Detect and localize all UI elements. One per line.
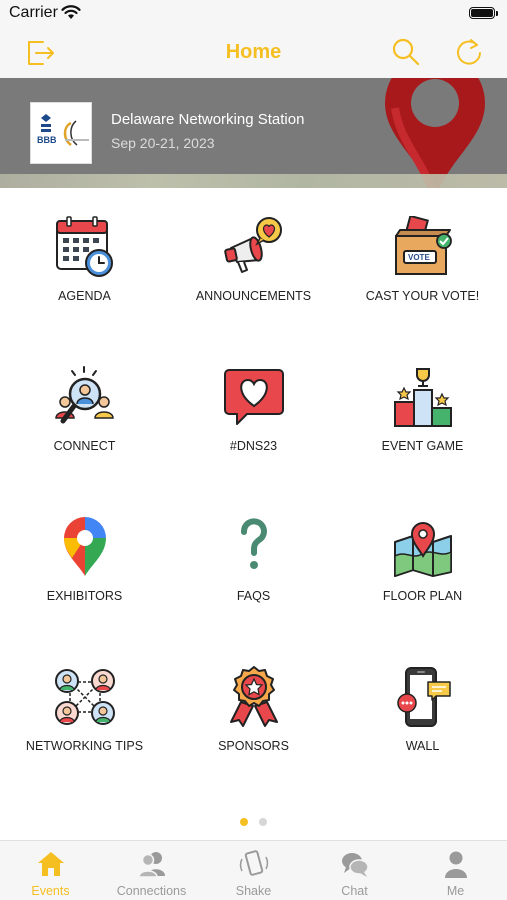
map-pin-illustration — [385, 78, 485, 188]
tile-dns23[interactable]: #DNS23 — [169, 366, 338, 496]
event-name: Delaware Networking Station — [111, 111, 305, 128]
folded-map-icon — [394, 522, 452, 578]
refresh-icon — [457, 39, 481, 65]
tile-networking-tips[interactable]: NETWORKING TIPS — [0, 666, 169, 796]
tile-label: NETWORKING TIPS — [25, 739, 144, 753]
podium-trophy-icon — [394, 368, 452, 427]
tile-connect[interactable]: CONNECT — [0, 366, 169, 496]
people-search-icon — [55, 366, 114, 424]
award-badge-icon — [230, 666, 278, 727]
banner-map-strip — [0, 174, 507, 188]
svg-text:BBB: BBB — [37, 135, 57, 145]
tile-label: FAQS — [236, 589, 271, 603]
tile-label: ANNOUNCEMENTS — [195, 289, 312, 303]
page-indicator[interactable] — [0, 818, 507, 828]
phone-chat-icon — [397, 667, 451, 727]
nav-bar: Home — [0, 28, 507, 78]
heart-chat-icon — [224, 369, 284, 425]
tile-agenda[interactable]: AGENDA — [0, 216, 169, 346]
chat-bubbles-icon — [342, 853, 369, 877]
status-bar: Carrier — [0, 0, 507, 28]
search-button[interactable] — [390, 36, 422, 68]
page-dot[interactable] — [259, 818, 267, 826]
tile-announcements[interactable]: ANNOUNCEMENTS — [169, 216, 338, 346]
event-dates: Sep 20-21, 2023 — [111, 135, 215, 151]
users-icon — [138, 852, 165, 878]
tab-bar: Events Connections Shake Chat Me — [0, 840, 507, 900]
tile-label: #DNS23 — [229, 439, 278, 453]
event-banner[interactable]: BBB Delaware Networking Station Sep 20-2… — [0, 78, 507, 188]
tile-sponsors[interactable]: SPONSORS — [169, 666, 338, 796]
page-dot-active[interactable] — [240, 818, 248, 826]
tab-connections[interactable]: Connections — [101, 841, 202, 900]
map-pin-icon — [64, 517, 106, 576]
tile-exhibitors[interactable]: EXHIBITORS — [0, 516, 169, 646]
question-mark-icon — [241, 518, 267, 569]
tile-label: SPONSORS — [218, 739, 289, 753]
tab-label: Me — [446, 884, 465, 898]
tile-label: CONNECT — [53, 439, 116, 453]
bbb-logo-icon: BBB — [37, 114, 89, 146]
tab-events[interactable]: Events — [0, 841, 101, 900]
tile-label: CAST YOUR VOTE! — [365, 289, 480, 303]
tile-label: EVENT GAME — [381, 439, 464, 453]
tile-floor-plan[interactable]: FLOOR PLAN — [338, 516, 507, 646]
battery-icon — [469, 7, 498, 19]
svg-text:VOTE: VOTE — [408, 253, 430, 262]
megaphone-icon — [224, 217, 282, 273]
page-title: Home — [225, 41, 282, 63]
tab-shake[interactable]: Shake — [203, 841, 304, 900]
tile-event-game[interactable]: EVENT GAME — [338, 366, 507, 496]
wifi-icon — [61, 5, 81, 19]
tab-label: Shake — [235, 884, 272, 898]
search-icon — [392, 38, 420, 66]
tab-label: Connections — [116, 884, 187, 898]
tile-label: EXHIBITORS — [46, 589, 123, 603]
tile-cast-your-vote[interactable]: VOTE CAST YOUR VOTE! — [338, 216, 507, 346]
tile-wall[interactable]: WALL — [338, 666, 507, 796]
tile-faqs[interactable]: FAQS — [169, 516, 338, 646]
tile-label: FLOOR PLAN — [382, 589, 463, 603]
home-icon — [38, 852, 64, 876]
tab-label: Events — [31, 884, 70, 898]
tab-label: Chat — [341, 884, 368, 898]
calendar-clock-icon — [56, 216, 113, 277]
tab-chat[interactable]: Chat — [304, 841, 405, 900]
tile-label: WALL — [405, 739, 440, 753]
user-icon — [445, 851, 467, 878]
refresh-button[interactable] — [453, 36, 485, 68]
carrier-label: Carrier — [9, 4, 58, 21]
network-people-icon — [55, 669, 115, 725]
tab-me[interactable]: Me — [405, 841, 506, 900]
ballot-box-icon: VOTE — [395, 216, 452, 275]
tile-label: AGENDA — [58, 289, 111, 303]
shake-phone-icon — [239, 850, 269, 876]
event-logo: BBB — [30, 102, 92, 164]
